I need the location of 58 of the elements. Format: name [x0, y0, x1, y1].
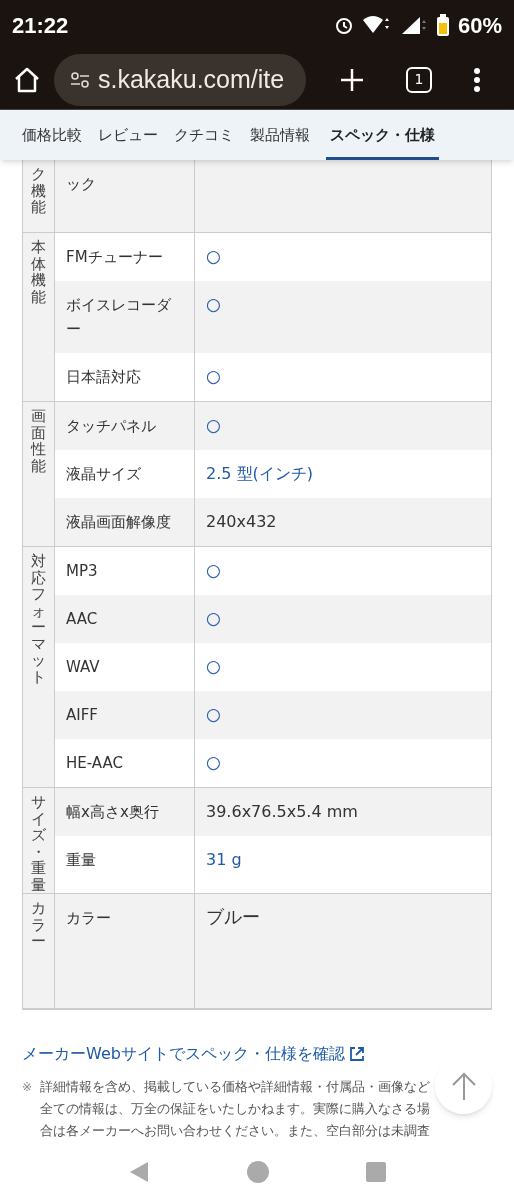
supported-mark: ○	[206, 704, 221, 724]
group-label: ク機能	[31, 166, 46, 218]
footnote-line: 合は各メーカーへお問い合わせください。また、空白部分は未調査	[40, 1122, 431, 1140]
tab[interactable]: 価格比較	[22, 110, 82, 160]
spec-label: MP3	[66, 562, 98, 580]
footnote-line: 詳細情報を含め、掲載している価格や詳細情報・付属品・画像など	[40, 1078, 431, 1096]
group-label: カラー	[31, 900, 46, 952]
external-link-icon[interactable]	[348, 1046, 365, 1062]
supported-mark: ○	[206, 366, 221, 386]
supported-mark: ○	[206, 656, 221, 676]
battery-icon	[435, 14, 450, 36]
address-bar[interactable]: s.kakaku.com/ite	[54, 53, 306, 106]
spec-label: 液晶サイズ	[66, 465, 141, 483]
spec-label: 日本語対応	[66, 368, 141, 386]
spec-label: タッチパネル	[66, 417, 156, 435]
spec-value-link[interactable]: 31 g	[206, 850, 242, 869]
more-menu-icon[interactable]	[473, 66, 482, 93]
note-mark: ※	[22, 1079, 33, 1096]
tab[interactable]: レビュー	[98, 110, 158, 160]
spec-value-link[interactable]: 2.5 型(インチ)	[206, 464, 313, 483]
spec-label: 重量	[66, 851, 96, 869]
spec-value: 39.6x76.5x5.4 mm	[206, 802, 358, 821]
spec-label: AAC	[66, 610, 98, 628]
battery-percentage: 60%	[457, 11, 502, 40]
url-text: s.kakaku.com/ite	[98, 63, 285, 95]
group-label: サイズ・重量	[31, 794, 46, 893]
spec-label: 幅x高さx奥行	[66, 803, 159, 821]
spec-value: 240x432	[206, 512, 277, 531]
spec-label: AIFF	[66, 706, 98, 724]
supported-mark: ○	[206, 246, 221, 266]
tab[interactable]: クチコミ	[174, 110, 234, 160]
spec-label: WAV	[66, 658, 100, 676]
spec-label: FMチューナー	[66, 248, 163, 266]
spec-label: ボイスレコーダー	[66, 296, 171, 338]
group-label: 対応フォーマット	[31, 553, 46, 688]
site-settings-icon[interactable]	[70, 71, 90, 88]
supported-mark: ○	[206, 415, 221, 435]
status-time: 21:22	[12, 11, 69, 40]
alarm-clock-icon	[333, 15, 354, 35]
tab[interactable]: 製品情報	[250, 110, 310, 160]
supported-mark: ○	[206, 560, 221, 580]
spec-label: カラー	[66, 909, 111, 927]
tab-count-button[interactable]: 1	[406, 66, 432, 93]
spec-label: ック	[66, 175, 96, 193]
spec-label: HE-AAC	[66, 754, 123, 772]
up-arrow-icon	[450, 1070, 477, 1101]
group-label: 画面性能	[31, 408, 46, 477]
footnote-line: 全ての情報は、万全の保証をいたしかねます。実際に購入なさる場	[40, 1100, 431, 1118]
supported-mark: ○	[206, 608, 221, 628]
wifi-icon	[361, 15, 392, 35]
group-label: 本体機能	[31, 239, 46, 308]
scroll-to-top-button[interactable]	[435, 1057, 492, 1114]
supported-mark: ○	[206, 294, 221, 314]
maker-site-link[interactable]: メーカーWebサイトでスペック・仕様を確認	[22, 1042, 345, 1066]
spec-value: ブルー	[206, 906, 260, 927]
supported-mark: ○	[206, 752, 221, 772]
spec-label: 液晶画面解像度	[66, 513, 171, 531]
new-tab-icon[interactable]	[338, 66, 365, 93]
